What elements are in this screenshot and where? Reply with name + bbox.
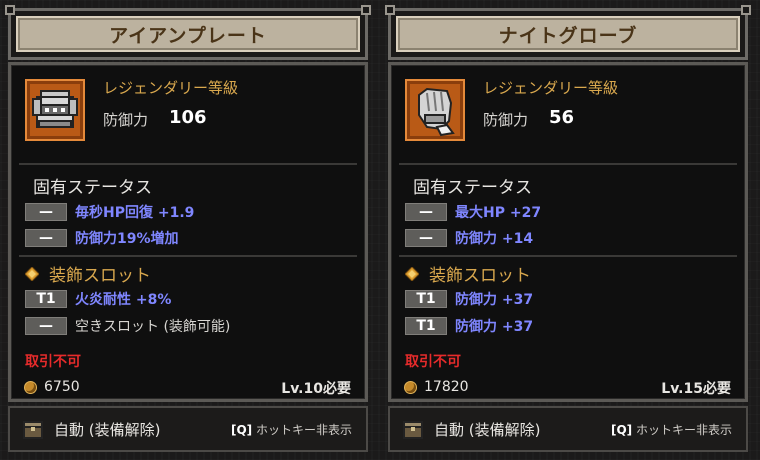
ornament-slot-row: T1 防御力 +37 — [405, 289, 533, 309]
corner-ornament — [741, 5, 751, 15]
price-row: 17820 — [405, 379, 469, 395]
unique-stat-row: — 最大HP +27 — [405, 202, 541, 222]
corner-ornament — [361, 5, 371, 15]
level-requirement: Lv.10必要 — [281, 381, 351, 397]
level-requirement: Lv.15必要 — [661, 381, 731, 397]
auto-unequip-bar[interactable]: 自動 (装備解除) [Q] ホットキー非表示 — [8, 406, 368, 452]
stat-badge: — — [405, 229, 447, 247]
chest-icon — [403, 421, 423, 439]
hotkey-label: ホットキー非表示 — [635, 422, 732, 437]
stat-text: 毎秒HP回復 +1.9 — [75, 205, 195, 221]
ornament-slot-title: 装飾スロット — [49, 266, 151, 286]
hotkey-key: [Q] — [230, 422, 253, 437]
divider — [399, 163, 737, 165]
item-title: ナイトグローブ — [498, 24, 638, 47]
corner-ornament — [5, 5, 15, 15]
unique-stat-row: — 防御力 +14 — [405, 228, 533, 248]
untradeable-label: 取引不可 — [405, 354, 461, 370]
unique-status-title: 固有ステータス — [33, 178, 152, 198]
price-row: 6750 — [25, 379, 80, 395]
ornament-slot-title: 装飾スロット — [429, 266, 531, 286]
auto-unequip-bar[interactable]: 自動 (装備解除) [Q] ホットキー非表示 — [388, 406, 748, 452]
unique-stat-row: — 毎秒HP回復 +1.9 — [25, 202, 194, 222]
slot-text: 防御力 +37 — [455, 319, 534, 335]
hotkey-hint[interactable]: [Q] ホットキー非表示 — [231, 421, 352, 438]
unique-status-title: 固有ステータス — [413, 178, 532, 198]
slot-tier-badge: T1 — [405, 317, 447, 335]
item-title: アイアンプレート — [109, 24, 267, 47]
defense-value: 106 — [169, 107, 207, 128]
ornament-gem-icon — [25, 266, 39, 281]
divider — [19, 255, 357, 257]
hotkey-key: [Q] — [610, 422, 633, 437]
iron-plate-armor-icon — [25, 79, 85, 141]
title-bar: アイアンプレート — [5, 5, 371, 60]
untradeable-label: 取引不可 — [25, 354, 81, 370]
tooltip-body: レジェンダリー等級 防御力 56 固有ステータス — 最大HP +27 — 防御… — [388, 62, 748, 402]
stat-badge: — — [405, 203, 447, 221]
chest-icon — [23, 421, 43, 439]
defense-value: 56 — [549, 107, 575, 128]
defense-label: 防御力 — [103, 111, 149, 129]
corner-ornament — [385, 5, 395, 15]
item-grade: レジェンダリー等級 — [483, 79, 619, 97]
knight-glove-icon — [405, 79, 465, 141]
defense-label: 防御力 — [483, 111, 529, 129]
hotkey-label: ホットキー非表示 — [255, 422, 352, 437]
hotkey-hint[interactable]: [Q] ホットキー非表示 — [611, 421, 732, 438]
ornament-slot-row: T1 火炎耐性 +8% — [25, 289, 171, 309]
slot-text: 火炎耐性 +8% — [75, 292, 172, 308]
title-plate: アイアンプレート — [16, 16, 360, 52]
slot-tier-badge: T1 — [25, 290, 67, 308]
slot-text: 空きスロット (装飾可能) — [75, 319, 231, 335]
unique-stat-row: — 防御力19%増加 — [25, 228, 179, 248]
stat-text: 防御力19%増加 — [75, 231, 179, 247]
slot-text: 防御力 +37 — [455, 292, 534, 308]
coin-icon — [405, 381, 416, 393]
title-bar: ナイトグローブ — [385, 5, 751, 60]
stat-badge: — — [25, 203, 67, 221]
price-value: 17820 — [424, 379, 469, 395]
stat-text: 最大HP +27 — [455, 205, 542, 221]
ornament-slot-header: 装飾スロット — [25, 261, 151, 286]
ornament-slot-row: T1 防御力 +37 — [405, 316, 533, 336]
price-value: 6750 — [44, 379, 80, 395]
tooltip-body: レジェンダリー等級 防御力 106 固有ステータス — 毎秒HP回復 +1.9 … — [8, 62, 368, 402]
divider — [19, 163, 357, 165]
ornament-gem-icon — [405, 266, 419, 281]
stat-text: 防御力 +14 — [455, 231, 534, 247]
slot-tier-badge: — — [25, 317, 67, 335]
auto-unequip-label: 自動 (装備解除) — [54, 420, 161, 439]
ornament-slot-header: 装飾スロット — [405, 261, 531, 286]
title-plate: ナイトグローブ — [396, 16, 740, 52]
divider — [399, 255, 737, 257]
coin-icon — [25, 381, 36, 393]
stat-badge: — — [25, 229, 67, 247]
auto-unequip-label: 自動 (装備解除) — [434, 420, 541, 439]
ornament-slot-row: — 空きスロット (装飾可能) — [25, 316, 230, 336]
item-grade: レジェンダリー等級 — [103, 79, 239, 97]
item-tooltip-knight-glove: ナイトグローブ レジェンダリー等級 防御力 56 固有ステータス — 最大HP … — [384, 4, 756, 456]
item-tooltip-iron-plate: アイアンプレート レジェンダリー等級 防御力 106 固有ステータス — 毎秒H… — [4, 4, 376, 456]
slot-tier-badge: T1 — [405, 290, 447, 308]
